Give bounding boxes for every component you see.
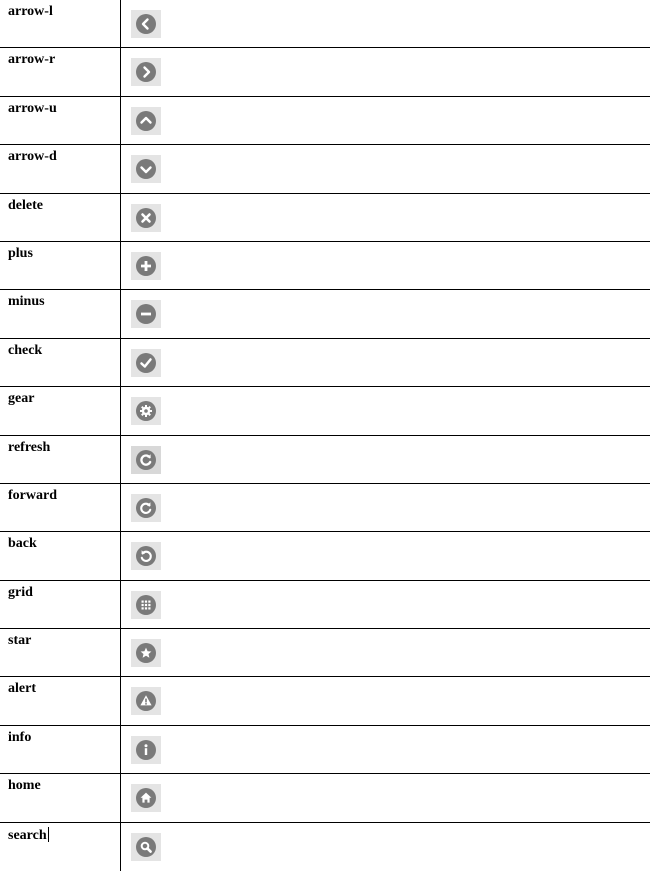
icon-name: arrow-r <box>8 52 56 68</box>
icon-name: arrow-l <box>8 4 53 19</box>
arrow-left-icon <box>131 10 161 38</box>
text-cursor <box>47 826 49 842</box>
arrow-right-icon <box>131 58 161 87</box>
icon-name: minus <box>8 294 45 310</box>
table-row: arrow-d <box>0 145 650 194</box>
icon-name: info <box>8 729 32 745</box>
icon-name: arrow-d <box>8 149 57 165</box>
minus-icon <box>131 300 161 329</box>
table-row: grid <box>0 581 650 630</box>
home-icon <box>131 784 161 813</box>
table-row: minus <box>0 290 650 339</box>
check-icon <box>131 348 161 377</box>
alert-icon <box>131 687 161 716</box>
star-icon <box>131 639 161 668</box>
table-row: delete <box>0 194 650 242</box>
table-row: arrow-l <box>0 0 650 49</box>
arrow-down-icon <box>131 155 161 184</box>
icon-name: gear <box>8 391 35 407</box>
back-icon <box>131 542 161 571</box>
delete-icon <box>131 203 161 232</box>
table-row: arrow-u <box>0 97 650 146</box>
table-row: star <box>0 629 650 678</box>
table-row: plus <box>0 242 650 291</box>
icon-name: home <box>8 778 41 794</box>
table-row: home <box>0 774 650 823</box>
icon-name: arrow-u <box>8 100 57 116</box>
icon-name: check <box>8 342 43 358</box>
icon-name: grid <box>8 584 33 600</box>
table-row: check <box>0 339 650 388</box>
table-row: refresh <box>0 436 650 484</box>
plus-icon <box>131 251 161 280</box>
refresh-icon <box>131 445 161 474</box>
icon-name: search <box>8 826 49 843</box>
table-row: back <box>0 532 650 581</box>
table-row: info <box>0 726 650 775</box>
gear-icon <box>131 397 161 426</box>
table-row: gear <box>0 387 650 436</box>
info-icon <box>131 735 161 764</box>
icon-name: refresh <box>8 439 51 455</box>
grid-icon <box>131 590 161 619</box>
forward-icon <box>131 493 161 522</box>
icon-name: delete <box>8 197 43 213</box>
table-row: arrow-r <box>0 48 650 97</box>
icon-table: arrow-l arrow-r arrow-u arrow-d delete p… <box>0 0 650 871</box>
icon-name: forward <box>8 487 57 503</box>
icon-name: back <box>8 536 37 552</box>
icon-name: alert <box>8 681 36 697</box>
table-row: forward <box>0 484 650 533</box>
search-icon <box>131 832 161 861</box>
table-row: alert <box>0 677 650 726</box>
arrow-up-icon <box>131 106 161 135</box>
icon-name: plus <box>8 245 33 261</box>
icon-name: star <box>8 633 32 649</box>
table-row: search <box>0 823 650 871</box>
